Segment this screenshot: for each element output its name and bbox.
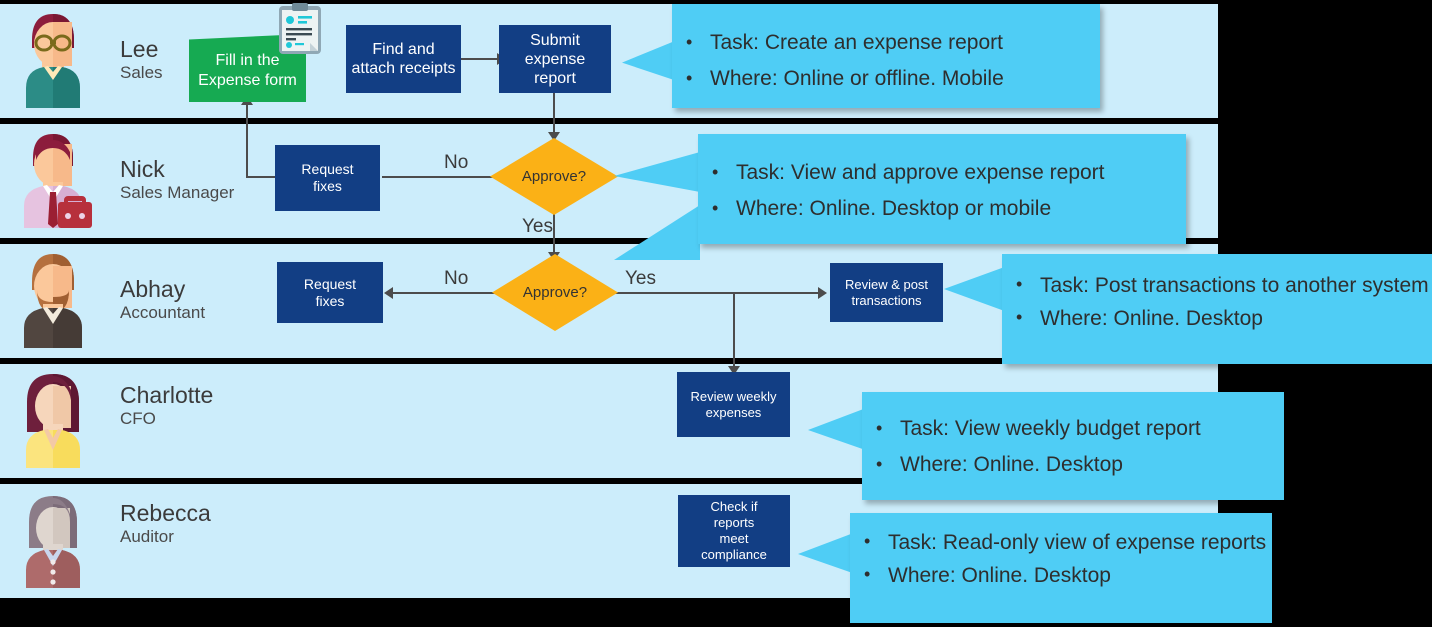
- node-label-line1: Review weekly: [690, 388, 777, 404]
- avatar-nick: [14, 130, 92, 228]
- actor-name-rebecca: Rebecca: [120, 500, 211, 526]
- diagram-canvas: Lee Sales Nick Sales Manager Abhay Accou…: [0, 0, 1432, 627]
- node-review-weekly-expenses[interactable]: Review weekly expenses: [677, 372, 790, 437]
- callout-list-rebecca: Task: Read-only view of expense reports …: [850, 526, 1272, 591]
- node-label-line3: meet: [719, 531, 749, 546]
- avatar-charlotte: [14, 370, 92, 468]
- actor-label-rebecca: Rebecca Auditor: [120, 500, 211, 548]
- node-label-line2: fixes: [315, 292, 345, 309]
- arrowhead-approve-accountant-yes: [818, 287, 827, 299]
- edge-label-accountant-yes: Yes: [625, 268, 656, 289]
- callout-line: Task: Post transactions to another syste…: [1002, 269, 1432, 301]
- node-request-fixes-manager[interactable]: Request fixes: [275, 145, 380, 211]
- connector-approve-accountant-yes: [608, 292, 823, 294]
- callout-line: Where: Online. Desktop: [862, 447, 1284, 482]
- node-label-line1: Submit: [530, 31, 580, 49]
- callout-line: Task: Create an expense report: [672, 25, 1100, 60]
- actor-label-nick: Nick Sales Manager: [120, 156, 234, 204]
- actor-role-lee: Sales: [120, 63, 163, 82]
- actor-role-nick: Sales Manager: [120, 183, 235, 202]
- decision-label-approve-accountant: Approve?: [522, 284, 588, 301]
- node-request-fixes-accountant[interactable]: Request fixes: [277, 262, 383, 323]
- node-check-compliance[interactable]: Check if reports meet compliance: [678, 495, 790, 567]
- connector-approve-manager-no: [382, 176, 499, 178]
- node-submit-expense-report[interactable]: Submit expense report: [499, 25, 611, 93]
- node-label-line4: compliance: [701, 547, 767, 562]
- actor-name-charlotte: Charlotte: [120, 382, 214, 408]
- arrowhead-approve-accountant-no: [384, 287, 393, 299]
- node-find-attach-receipts[interactable]: Find and attach receipts: [346, 25, 461, 93]
- decision-approve-accountant[interactable]: Approve?: [492, 254, 618, 331]
- actor-role-abhay: Accountant: [120, 303, 206, 322]
- actor-name-abhay: Abhay: [120, 276, 186, 302]
- edge-label-manager-no: No: [444, 152, 469, 173]
- callout-line: Where: Online or offline. Mobile: [672, 61, 1100, 96]
- callout-line: Task: View weekly budget report: [862, 411, 1284, 446]
- connector-requestfixes-manager-left: [246, 176, 276, 178]
- node-label-check-compliance: Check if reports meet compliance: [701, 499, 767, 563]
- node-fill-expense-form[interactable]: Fill in the Expense form: [189, 34, 306, 102]
- node-label-line1: Request: [301, 161, 354, 177]
- node-label-line2: expenses: [705, 404, 762, 420]
- callout-line: Where: Online. Desktop or mobile: [698, 191, 1186, 226]
- node-label-line2: reports: [713, 515, 755, 530]
- callout-charlotte: Task: View weekly budget report Where: O…: [862, 392, 1284, 500]
- connector-branch-to-weekly: [733, 292, 735, 372]
- avatar-lee: [14, 10, 92, 108]
- node-label-line2: expense report: [524, 50, 586, 87]
- node-review-post-transactions[interactable]: Review & post transactions: [830, 263, 943, 322]
- actor-label-charlotte: Charlotte CFO: [120, 382, 213, 430]
- callout-line: Task: Read-only view of expense reports: [850, 526, 1278, 558]
- callout-abhay: Task: Post transactions to another syste…: [1002, 254, 1432, 364]
- actor-role-charlotte: CFO: [120, 409, 156, 428]
- node-label-find-attach-receipts: Find and attach receipts: [351, 40, 455, 78]
- edge-label-accountant-no: No: [444, 268, 469, 289]
- avatar-abhay: [14, 250, 92, 348]
- node-label-review-post-transactions: Review & post transactions: [845, 277, 928, 309]
- callout-lee: Task: Create an expense report Where: On…: [672, 4, 1100, 108]
- callout-list-charlotte: Task: View weekly budget report Where: O…: [862, 411, 1284, 482]
- actor-name-lee: Lee: [120, 36, 159, 62]
- node-label-line2: attach receipts: [351, 60, 456, 77]
- connector-approve-accountant-no: [390, 292, 500, 294]
- node-label-line1: Review & post: [844, 276, 929, 292]
- callout-rebecca: Task: Read-only view of expense reports …: [850, 513, 1272, 623]
- node-label-line1: Fill in the: [215, 52, 280, 69]
- connector-requestfixes-manager-up: [246, 103, 248, 177]
- node-label-fill-expense-form: Fill in the Expense form: [198, 45, 297, 91]
- decision-label-approve-manager: Approve?: [521, 168, 587, 185]
- node-label-line1: Check if: [710, 499, 758, 514]
- node-label-review-weekly-expenses: Review weekly expenses: [691, 389, 777, 421]
- connector-receipts-to-submit: [460, 58, 500, 60]
- callout-list-abhay: Task: Post transactions to another syste…: [1002, 269, 1432, 334]
- node-label-submit-expense-report: Submit expense report: [503, 31, 607, 88]
- node-label-line1: Request: [303, 275, 357, 292]
- actor-label-lee: Lee Sales: [120, 36, 163, 84]
- node-label-line2: transactions: [851, 292, 922, 308]
- callout-line: Where: Online. Desktop: [1002, 302, 1432, 334]
- callout-list-nick: Task: View and approve expense report Wh…: [698, 155, 1186, 226]
- node-label-request-fixes-manager: Request fixes: [301, 161, 353, 195]
- actor-name-nick: Nick: [120, 156, 165, 182]
- avatar-rebecca: [14, 490, 92, 588]
- actor-label-abhay: Abhay Accountant: [120, 276, 205, 324]
- edge-label-manager-yes: Yes: [522, 216, 553, 237]
- node-label-line1: Find and: [372, 41, 435, 58]
- callout-line: Where: Online. Desktop: [850, 559, 1272, 591]
- callout-nick: Task: View and approve expense report Wh…: [698, 134, 1186, 244]
- node-label-line2: fixes: [313, 178, 342, 194]
- node-label-line2: Expense form: [198, 72, 297, 89]
- actor-role-rebecca: Auditor: [120, 527, 174, 546]
- node-label-request-fixes-accountant: Request fixes: [304, 276, 356, 310]
- callout-list-lee: Task: Create an expense report Where: On…: [672, 25, 1100, 96]
- decision-approve-manager[interactable]: Approve?: [490, 138, 618, 215]
- callout-line: Task: View and approve expense report: [698, 155, 1186, 190]
